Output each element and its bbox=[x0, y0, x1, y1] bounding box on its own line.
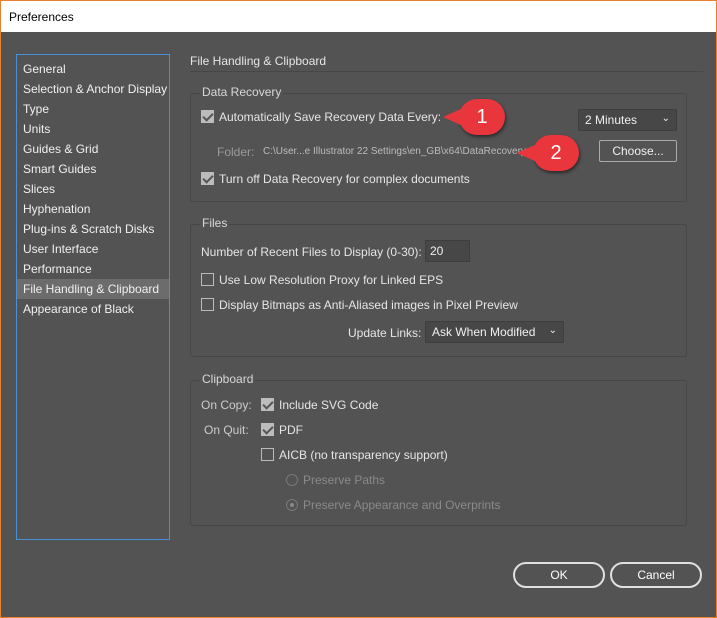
callout-2: 2 bbox=[517, 135, 579, 171]
interval-value: 2 Minutes bbox=[585, 113, 638, 127]
update-links-select[interactable]: Ask When Modified ⌄ bbox=[425, 321, 564, 343]
preserve-paths-label: Preserve Paths bbox=[303, 473, 386, 487]
sidebar-item-performance[interactable]: Performance bbox=[17, 259, 169, 279]
sidebar-item-general[interactable]: General bbox=[17, 59, 169, 79]
cancel-button[interactable]: Cancel bbox=[610, 562, 702, 588]
checkbox[interactable] bbox=[261, 448, 274, 461]
sidebar-item-type[interactable]: Type bbox=[17, 99, 169, 119]
checkbox[interactable] bbox=[201, 298, 214, 311]
preserve-appearance-radio[interactable]: Preserve Appearance and Overprints bbox=[286, 498, 500, 512]
update-links-label: Update Links: bbox=[348, 326, 422, 340]
radio[interactable] bbox=[286, 474, 298, 486]
svg-label: Include SVG Code bbox=[279, 398, 379, 412]
recent-files-input[interactable]: 20 bbox=[425, 240, 470, 262]
turn-off-checkbox[interactable]: Turn off Data Recovery for complex docum… bbox=[201, 172, 470, 186]
ok-button[interactable]: OK bbox=[513, 562, 605, 588]
recent-files-label: Number of Recent Files to Display (0-30)… bbox=[201, 245, 422, 259]
group-title: Files bbox=[200, 216, 230, 230]
window-title: Preferences bbox=[9, 10, 74, 24]
bitmaps-checkbox[interactable]: Display Bitmaps as Anti-Aliased images i… bbox=[201, 298, 518, 312]
on-copy-label: On Copy: bbox=[201, 398, 252, 412]
sidebar-item-units[interactable]: Units bbox=[17, 119, 169, 139]
checkbox[interactable] bbox=[261, 423, 274, 436]
svg-checkbox[interactable]: Include SVG Code bbox=[261, 398, 378, 412]
auto-save-label: Automatically Save Recovery Data Every: bbox=[219, 110, 442, 124]
group-title: Data Recovery bbox=[200, 85, 284, 99]
sidebar-item-selection[interactable]: Selection & Anchor Display bbox=[17, 79, 169, 99]
low-res-label: Use Low Resolution Proxy for Linked EPS bbox=[219, 273, 444, 287]
aicb-checkbox[interactable]: AICB (no transparency support) bbox=[261, 448, 448, 462]
checkbox[interactable] bbox=[201, 172, 214, 185]
aicb-label: AICB (no transparency support) bbox=[279, 448, 448, 462]
divider bbox=[190, 71, 703, 72]
sidebar-item-guides-grid[interactable]: Guides & Grid bbox=[17, 139, 169, 159]
title-bar: Preferences bbox=[1, 1, 716, 32]
turn-off-label: Turn off Data Recovery for complex docum… bbox=[219, 172, 470, 186]
auto-save-checkbox[interactable]: Automatically Save Recovery Data Every: bbox=[201, 110, 441, 124]
sidebar-item-appearance-black[interactable]: Appearance of Black bbox=[17, 299, 169, 319]
sidebar-item-user-interface[interactable]: User Interface bbox=[17, 239, 169, 259]
callout-1: 1 bbox=[443, 99, 505, 135]
update-links-value: Ask When Modified bbox=[432, 325, 536, 339]
sidebar-item-file-handling[interactable]: File Handling & Clipboard bbox=[17, 279, 169, 299]
sidebar: General Selection & Anchor Display Type … bbox=[16, 54, 170, 540]
on-quit-label: On Quit: bbox=[204, 423, 249, 437]
group-title: Clipboard bbox=[200, 372, 256, 386]
radio[interactable] bbox=[286, 499, 298, 511]
interval-select[interactable]: 2 Minutes ⌄ bbox=[578, 109, 677, 131]
pdf-checkbox[interactable]: PDF bbox=[261, 423, 303, 437]
sidebar-item-hyphenation[interactable]: Hyphenation bbox=[17, 199, 169, 219]
low-res-checkbox[interactable]: Use Low Resolution Proxy for Linked EPS bbox=[201, 273, 443, 287]
sidebar-item-plugins[interactable]: Plug-ins & Scratch Disks bbox=[17, 219, 169, 239]
folder-label: Folder: bbox=[217, 145, 255, 159]
checkbox[interactable] bbox=[201, 273, 214, 286]
bitmaps-label: Display Bitmaps as Anti-Aliased images i… bbox=[219, 298, 518, 312]
pdf-label: PDF bbox=[279, 423, 303, 437]
folder-path: C:\User...e Illustrator 22 Settings\en_G… bbox=[263, 146, 526, 157]
chevron-down-icon: ⌄ bbox=[661, 113, 670, 124]
preserve-paths-radio[interactable]: Preserve Paths bbox=[286, 473, 385, 487]
page-title: File Handling & Clipboard bbox=[190, 54, 327, 68]
sidebar-item-smart-guides[interactable]: Smart Guides bbox=[17, 159, 169, 179]
chevron-down-icon: ⌄ bbox=[548, 325, 557, 336]
checkbox[interactable] bbox=[201, 110, 214, 123]
sidebar-item-slices[interactable]: Slices bbox=[17, 179, 169, 199]
choose-button[interactable]: Choose... bbox=[599, 140, 677, 162]
preserve-appearance-label: Preserve Appearance and Overprints bbox=[303, 498, 501, 512]
checkbox[interactable] bbox=[261, 398, 274, 411]
